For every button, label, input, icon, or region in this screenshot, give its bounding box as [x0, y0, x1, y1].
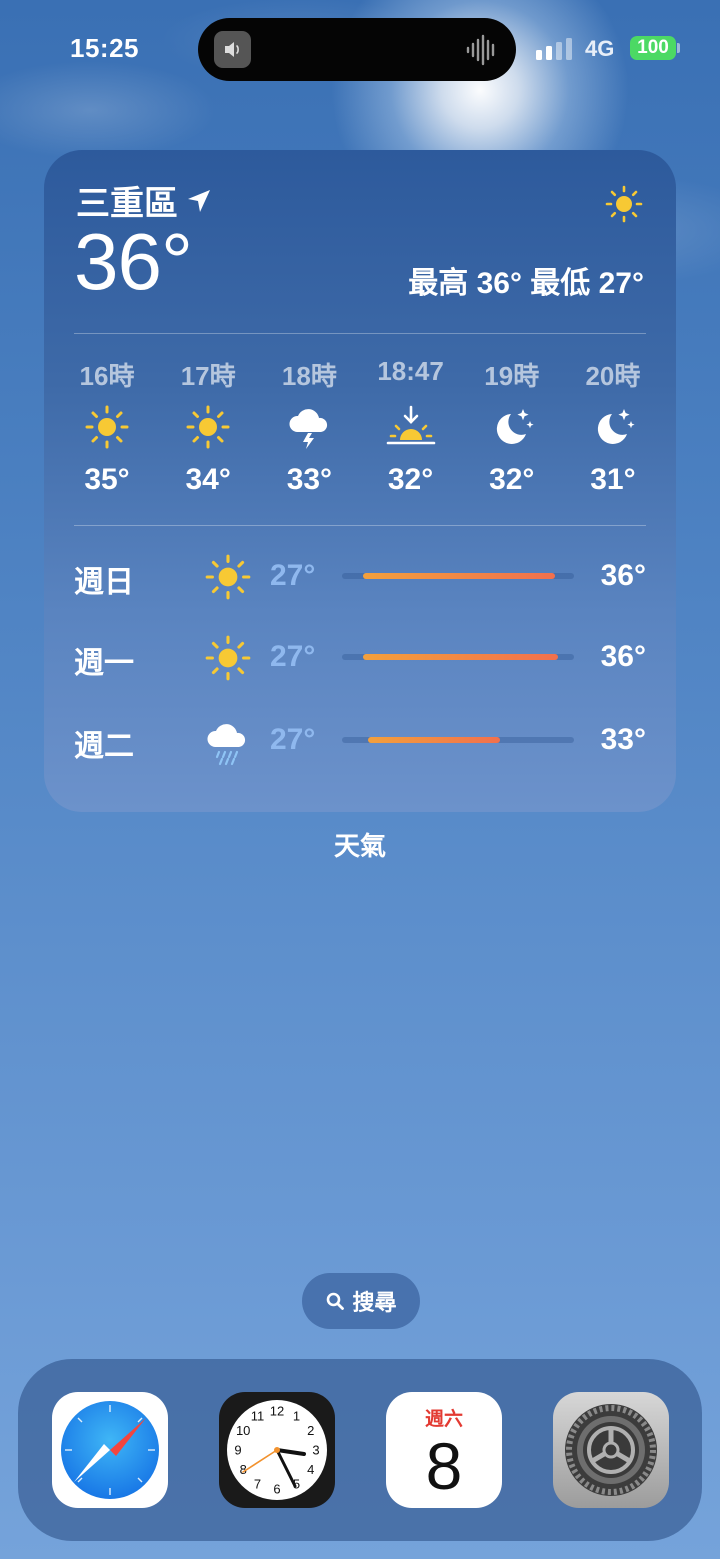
hourly-item: 16時 35°	[58, 356, 156, 497]
hourly-item: 19時 32°	[463, 356, 561, 497]
calendar-app-icon[interactable]: 週六 8	[386, 1392, 502, 1508]
weather-widget[interactable]: 三重區 36° 最高 36° 最低 27° 16時 35° 17時 34° 18…	[44, 150, 676, 812]
temperature-range-bar	[342, 573, 574, 579]
daily-forecast-row: 週一 27° 36°	[74, 628, 646, 688]
hour-label: 16時	[79, 361, 135, 391]
clock-numeral: 4	[307, 1462, 314, 1477]
day-low-temp: 27°	[270, 640, 316, 673]
current-temperature: 36°	[74, 217, 193, 306]
temperature-range-bar	[342, 737, 574, 743]
calendar-weekday: 週六	[424, 1409, 463, 1430]
daily-forecast-row: 週日 27° 36°	[74, 547, 646, 607]
widget-label: 天氣	[333, 831, 386, 861]
hour-label: 20時	[585, 361, 641, 391]
sun-icon	[186, 405, 230, 449]
hour-temperature: 33°	[286, 463, 333, 496]
search-button[interactable]: 搜尋	[302, 1273, 420, 1329]
hour-label: 18時	[281, 361, 337, 391]
high-low-temperature: 最高 36° 最低 27°	[408, 267, 644, 300]
hourly-item: 18:47 32°	[362, 356, 460, 497]
cellular-signal-icon	[536, 38, 572, 60]
day-name: 週二	[74, 730, 134, 763]
moon-stars-icon	[496, 409, 534, 444]
day-high-temp: 33°	[600, 723, 646, 756]
temperature-range-fill	[367, 737, 500, 743]
clock-numeral: 1	[293, 1409, 300, 1424]
status-time: 15:25	[70, 33, 139, 63]
search-label: 搜尋	[352, 1290, 397, 1315]
clock-numeral: 6	[273, 1482, 280, 1497]
clock-numeral: 11	[251, 1409, 265, 1424]
hour-label: 19時	[484, 361, 540, 391]
sun-icon	[205, 635, 251, 681]
sunset-icon	[386, 405, 435, 445]
sun-icon	[605, 185, 643, 223]
temperature-range-fill	[362, 654, 558, 660]
day-low-temp: 27°	[270, 723, 316, 756]
hour-temperature: 34°	[185, 463, 231, 496]
sun-icon	[85, 405, 129, 449]
moon-stars-icon	[597, 409, 635, 444]
settings-app-icon[interactable]	[553, 1392, 669, 1508]
clock-app-icon[interactable]: 12 1 2 3 4 5 6 7 8 9 10 11	[219, 1392, 335, 1508]
clock-numeral: 9	[234, 1443, 241, 1458]
hourly-item: 20時 31°	[564, 356, 662, 497]
sun-icon	[205, 554, 251, 600]
clock-numeral: 7	[254, 1476, 261, 1491]
clock-numeral: 10	[236, 1423, 250, 1438]
network-type: 4G	[585, 36, 615, 61]
location-arrow-icon	[188, 189, 210, 212]
day-name: 週一	[74, 647, 134, 680]
battery-tip	[677, 43, 680, 53]
battery-indicator: 100	[630, 36, 676, 60]
calendar-date: 8	[425, 1429, 463, 1503]
hour-temperature: 32°	[387, 463, 434, 496]
rain-cloud-icon	[207, 724, 246, 766]
hourly-item: 17時 34°	[159, 356, 257, 497]
temperature-range-fill	[362, 573, 556, 579]
day-high-temp: 36°	[600, 559, 646, 592]
clock-numeral: 3	[312, 1443, 319, 1458]
hour-temperature: 35°	[84, 463, 130, 496]
hour-label: 17時	[180, 361, 236, 391]
clock-numeral: 12	[270, 1404, 284, 1419]
thunderstorm-icon	[289, 409, 328, 449]
day-high-temp: 36°	[600, 640, 646, 673]
divider	[74, 525, 646, 526]
compass-icon	[61, 1401, 159, 1499]
hour-temperature: 32°	[489, 463, 535, 496]
temperature-range-bar	[342, 654, 574, 660]
safari-app-icon[interactable]	[52, 1392, 168, 1508]
search-icon	[327, 1292, 345, 1310]
hour-label: 18:47	[377, 356, 444, 386]
hour-temperature: 31°	[590, 463, 636, 496]
day-name: 週日	[74, 566, 134, 599]
hourly-forecast: 16時 35° 17時 34° 18時 33° 18:47 32° 19時 32…	[58, 356, 662, 497]
dynamic-island[interactable]	[198, 18, 516, 81]
hourly-item: 18時 33°	[260, 356, 358, 497]
audio-waveform-icon	[466, 34, 495, 66]
speaker-icon	[214, 31, 251, 68]
clock-numeral: 2	[307, 1423, 314, 1438]
divider	[74, 333, 646, 334]
gear-icon	[553, 1392, 669, 1508]
daily-forecast-row: 週二 27° 33°	[74, 711, 646, 771]
day-low-temp: 27°	[270, 559, 316, 592]
clock-face-icon: 12 1234567891011	[227, 1400, 327, 1500]
